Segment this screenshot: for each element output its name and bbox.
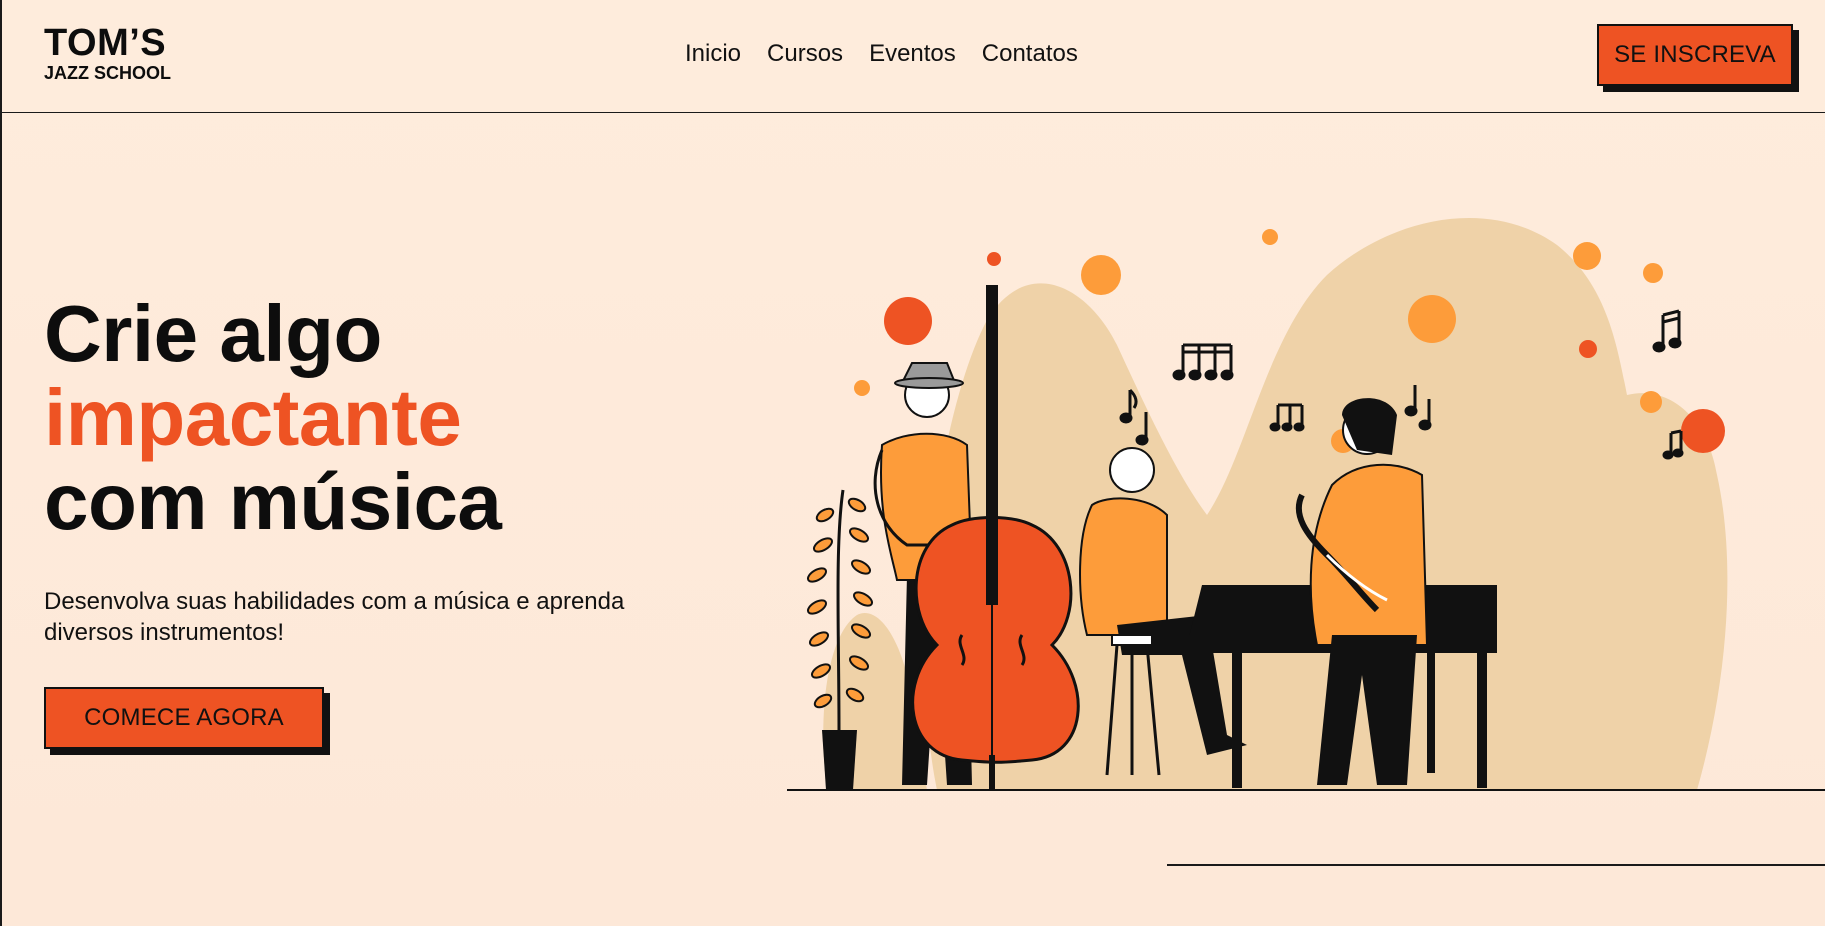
page: TOM’S JAZZ SCHOOL Inicio Cursos Eventos … xyxy=(0,0,1825,926)
site-header: TOM’S JAZZ SCHOOL Inicio Cursos Eventos … xyxy=(2,0,1825,113)
nav-link-cursos[interactable]: Cursos xyxy=(767,40,843,68)
nav-link-contatos[interactable]: Contatos xyxy=(982,40,1078,68)
logo-subtitle: JAZZ SCHOOL xyxy=(44,63,172,83)
hero-description: Desenvolva suas habilidades com a música… xyxy=(44,588,625,646)
hero-title-line-1: Crie algo xyxy=(44,289,382,378)
nav-link-eventos[interactable]: Eventos xyxy=(869,40,956,68)
bottom-divider xyxy=(1167,864,1825,866)
start-now-button[interactable]: COMECE AGORA xyxy=(44,687,324,749)
hero-title-line-2: impactante xyxy=(44,373,462,462)
hero-title: Crie algo impactante com música xyxy=(44,289,502,546)
nav-link-inicio[interactable]: Inicio xyxy=(685,40,741,68)
signup-button[interactable]: SE INSCREVA xyxy=(1597,24,1793,86)
logo[interactable]: TOM’S JAZZ SCHOOL xyxy=(44,24,171,82)
main-nav: Inicio Cursos Eventos Contatos xyxy=(685,40,1078,68)
jazz-band-illustration xyxy=(787,218,1825,791)
hero-title-line-3: com música xyxy=(44,457,502,546)
logo-title: TOM’S xyxy=(44,22,167,64)
